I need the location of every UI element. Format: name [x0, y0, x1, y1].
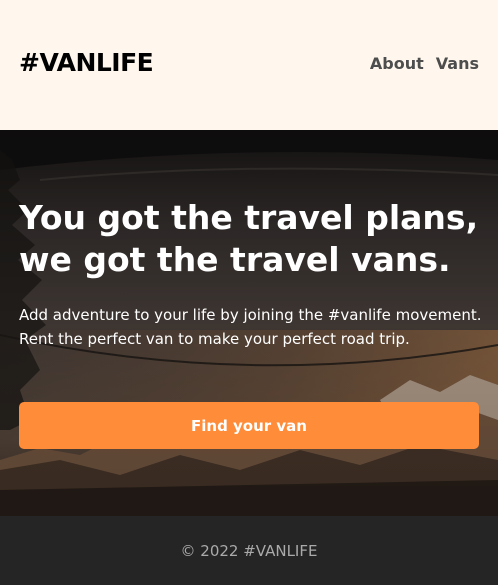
hero-section: You got the travel plans, we got the tra… [0, 130, 498, 516]
site-header: #VANLIFE About Vans [0, 0, 498, 130]
hero-description: Add adventure to your life by joining th… [19, 306, 482, 348]
page: #VANLIFE About Vans You got the travel p… [0, 0, 498, 585]
nav-link-vans[interactable]: Vans [436, 54, 479, 73]
hero-title: You got the travel plans, we got the tra… [19, 198, 479, 279]
site-footer: © 2022 #VANLIFE [0, 516, 498, 585]
main-nav: About Vans [370, 54, 479, 73]
nav-link-about[interactable]: About [370, 54, 424, 73]
footer-copyright: © 2022 #VANLIFE [180, 541, 318, 560]
site-logo[interactable]: #VANLIFE [19, 48, 154, 77]
find-your-van-button[interactable]: Find your van [19, 402, 479, 449]
